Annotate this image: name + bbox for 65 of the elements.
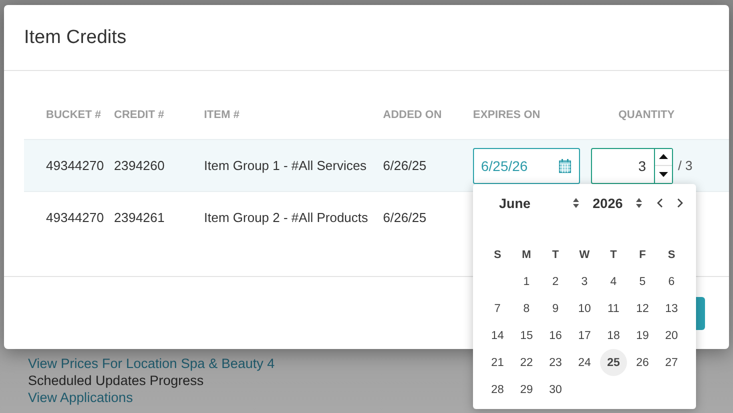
weekday-label: W bbox=[578, 248, 591, 262]
calendar-day[interactable]: 15 bbox=[513, 322, 540, 349]
calendar-day[interactable]: 1 bbox=[513, 268, 540, 295]
calendar-day[interactable]: 25 bbox=[600, 349, 627, 376]
calendar-day[interactable]: 17 bbox=[571, 322, 598, 349]
calendar-day[interactable]: 12 bbox=[629, 295, 656, 322]
decrement-button[interactable] bbox=[655, 165, 672, 182]
triangle-up-icon bbox=[659, 154, 668, 160]
calendar-day[interactable]: 2 bbox=[542, 268, 569, 295]
weekday-label: F bbox=[638, 248, 647, 262]
page-text: Scheduled Updates Progress bbox=[28, 373, 204, 389]
weekday-label: S bbox=[492, 248, 502, 262]
calendar-day[interactable]: 6 bbox=[658, 268, 685, 295]
weekday-label: T bbox=[609, 248, 618, 262]
sort-icon bbox=[572, 198, 579, 208]
calendar-day[interactable]: 3 bbox=[571, 268, 598, 295]
sort-icon bbox=[636, 198, 642, 208]
quantity-total: / 3 bbox=[678, 158, 692, 174]
chevron-left-icon bbox=[657, 198, 663, 208]
calendar-day[interactable]: 5 bbox=[629, 268, 656, 295]
column-header: ADDED ON bbox=[383, 108, 442, 122]
column-header: CREDIT # bbox=[114, 108, 164, 122]
calendar-day[interactable]: 29 bbox=[513, 376, 540, 403]
calendar-day[interactable]: 20 bbox=[658, 322, 685, 349]
calendar-day[interactable]: 23 bbox=[542, 349, 569, 376]
triangle-down-icon bbox=[659, 172, 668, 177]
column-header: QUANTITY bbox=[618, 108, 675, 122]
calendar-day[interactable]: 28 bbox=[484, 376, 511, 403]
month-select[interactable]: June bbox=[483, 196, 579, 210]
calendar-day[interactable]: 14 bbox=[484, 322, 511, 349]
column-header: EXPIRES ON bbox=[473, 108, 540, 122]
calendar-day[interactable]: 19 bbox=[629, 322, 656, 349]
calendar-day[interactable]: 9 bbox=[542, 295, 569, 322]
column-header: BUCKET # bbox=[46, 108, 102, 122]
table-cell: 49344270 bbox=[46, 210, 104, 226]
calendar-day[interactable]: 10 bbox=[571, 295, 598, 322]
calendar-day[interactable]: 27 bbox=[658, 349, 685, 376]
calendar-day[interactable]: 7 bbox=[484, 295, 511, 322]
column-header: ITEM # bbox=[204, 108, 240, 122]
calendar-day[interactable]: 13 bbox=[658, 295, 685, 322]
chevron-right-icon bbox=[677, 198, 683, 208]
table-cell: 6/26/25 bbox=[383, 210, 426, 226]
calendar-day[interactable]: 18 bbox=[600, 322, 627, 349]
year-select[interactable]: 2026 bbox=[592, 196, 642, 210]
quantity-field[interactable]: 3 bbox=[591, 148, 673, 184]
calendar-day[interactable]: 21 bbox=[484, 349, 511, 376]
weekday-label: S bbox=[666, 248, 676, 262]
dialog-title: Item Credits bbox=[24, 26, 126, 48]
calendar-day[interactable]: 11 bbox=[600, 295, 627, 322]
calendar-icon bbox=[559, 158, 571, 172]
calendar-day[interactable]: 24 bbox=[571, 349, 598, 376]
calendar-day[interactable]: 22 bbox=[513, 349, 540, 376]
calendar-day[interactable]: 8 bbox=[513, 295, 540, 322]
table-cell: 6/26/25 bbox=[383, 158, 426, 174]
calendar-day[interactable]: 26 bbox=[629, 349, 656, 376]
weekday-label: T bbox=[551, 248, 560, 262]
table-cell: Item Group 1 - #All Services bbox=[204, 158, 367, 174]
weekday-label: M bbox=[520, 248, 532, 262]
table-cell: 2394261 bbox=[114, 210, 165, 226]
table-cell: Item Group 2 - #All Products bbox=[204, 210, 368, 226]
calendar-day[interactable]: 4 bbox=[600, 268, 627, 295]
calendar-day[interactable]: 30 bbox=[542, 376, 569, 403]
calendar-day[interactable]: 16 bbox=[542, 322, 569, 349]
table-cell: 49344270 bbox=[46, 158, 104, 174]
table-cell: 2394260 bbox=[114, 158, 165, 174]
